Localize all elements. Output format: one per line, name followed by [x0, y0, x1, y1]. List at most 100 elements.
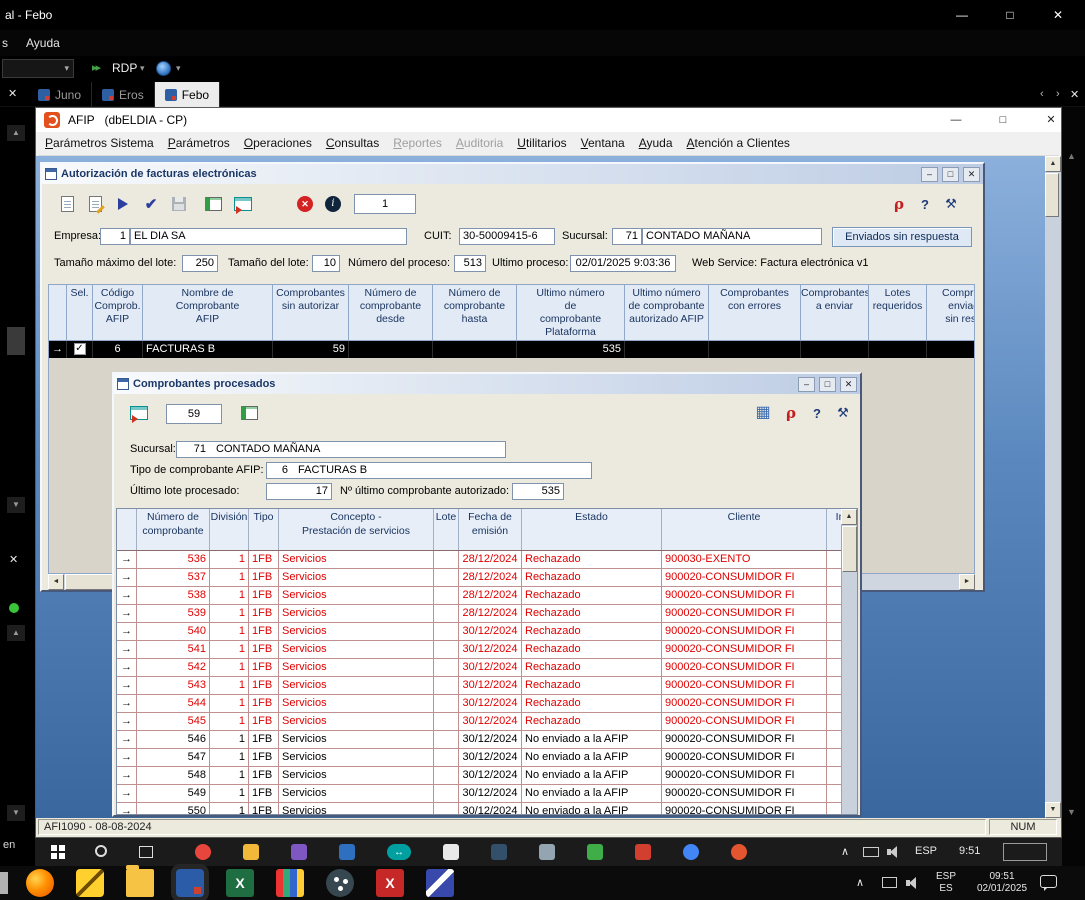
language-indicator[interactable]: ESP ES	[932, 871, 960, 895]
tab-scroll-left-icon[interactable]: ‹	[1040, 88, 1044, 100]
help-button[interactable]: ?	[914, 191, 936, 217]
comprobante-row[interactable]: →55011FBServicios30/12/2024No enviado a …	[117, 803, 843, 815]
speaker-icon[interactable]	[906, 877, 920, 889]
side-scroll-up2-icon[interactable]: ▲	[7, 625, 25, 641]
tipo-field[interactable]: 6FACTURAS B	[266, 462, 592, 479]
sucursal-name-field[interactable]: CONTADO MAÑANA	[642, 228, 822, 245]
start-button[interactable]	[51, 845, 65, 859]
afip-minimize-button[interactable]: —	[941, 108, 971, 132]
chart-icon[interactable]	[276, 869, 304, 897]
afip-menu-operaciones[interactable]: Operaciones	[237, 132, 319, 156]
external-tools-icon[interactable]	[156, 61, 171, 76]
cuit-field[interactable]: 30-50009415-6	[459, 228, 555, 245]
comprobante-row[interactable]: →54311FBServicios30/12/2024Rechazado9000…	[117, 677, 843, 695]
ledger-button[interactable]	[200, 191, 226, 217]
clock[interactable]: 09:51 02/01/2025	[966, 871, 1038, 895]
cancel-button[interactable]: ✕	[292, 191, 318, 217]
autorizacion-grid-selected-row[interactable]: →✓6FACTURAS B59535	[49, 341, 974, 358]
afip-menu-consultas[interactable]: Consultas	[319, 132, 386, 156]
afip-menu-par-metros-sistema[interactable]: Parámetros Sistema	[38, 132, 161, 156]
tab-close-icon[interactable]: ✕	[8, 87, 17, 100]
comprobante-row[interactable]: →54611FBServicios30/12/2024No enviado a …	[117, 731, 843, 749]
afip-menu-atenci-n-a-clientes[interactable]: Atención a Clientes	[680, 132, 797, 156]
host-toolbar-combo[interactable]: ▾	[2, 59, 74, 78]
host-menu-ayuda[interactable]: Ayuda	[26, 36, 60, 50]
empresa-num-field[interactable]: 1	[100, 228, 130, 245]
comprobante-row[interactable]: →54111FBServicios30/12/2024Rechazado9000…	[117, 641, 843, 659]
obs-icon[interactable]	[326, 869, 354, 897]
process-counter-field[interactable]: 1	[354, 194, 416, 214]
spreadsheet-icon[interactable]	[376, 869, 404, 897]
num-proceso-field[interactable]: 513	[454, 255, 486, 272]
app-dark-icon[interactable]	[491, 844, 507, 860]
tab-scroll-right-icon[interactable]: ›	[1056, 88, 1060, 100]
comprobantes-vscrollbar[interactable]: ▲	[841, 509, 857, 814]
preview-button[interactable]: ρ	[888, 191, 910, 217]
run-button[interactable]	[110, 191, 136, 217]
comprobantes-close-icon[interactable]: ✕	[840, 377, 857, 392]
external-tools-dropdown-icon[interactable]: ▾	[176, 63, 181, 74]
row-checkbox[interactable]: ✓	[74, 343, 86, 355]
app-gray-icon[interactable]	[539, 844, 555, 860]
comprobante-row[interactable]: →53911FBServicios28/12/2024Rechazado9000…	[117, 605, 843, 623]
app-orange-icon[interactable]	[731, 844, 747, 860]
folder-icon[interactable]	[243, 844, 259, 860]
comprobante-row[interactable]: →54811FBServicios30/12/2024No enviado a …	[117, 767, 843, 785]
mdi-scroll-up-icon[interactable]: ▲	[1045, 156, 1061, 172]
edit-record-button[interactable]	[82, 191, 108, 217]
ultimo-proceso-field[interactable]: 02/01/2025 9:03:36	[570, 255, 676, 272]
afip-menu-auditoria[interactable]: Auditoria	[449, 132, 510, 156]
vscroll-thumb[interactable]	[842, 526, 857, 572]
info-button[interactable]: i	[320, 191, 346, 217]
rdp-dropdown-icon[interactable]: ▾	[140, 63, 145, 74]
tabstrip-close-icon[interactable]: ✕	[1070, 88, 1079, 101]
comprobante-row[interactable]: →54911FBServicios30/12/2024No enviado a …	[117, 785, 843, 803]
comprobante-row[interactable]: →54211FBServicios30/12/2024Rechazado9000…	[117, 659, 843, 677]
host-scroll-down-icon[interactable]: ▼	[1067, 807, 1076, 817]
design-tool-icon[interactable]	[76, 869, 104, 897]
mdi-scroll-thumb[interactable]	[1045, 173, 1059, 217]
app-red-icon[interactable]	[635, 844, 651, 860]
autorizacion-close-icon[interactable]: ✕	[963, 167, 980, 182]
grid-view-button[interactable]: ▦	[752, 400, 774, 426]
pen-icon[interactable]	[426, 869, 454, 897]
tab-juno[interactable]: Juno	[28, 82, 92, 107]
mremoteng-icon[interactable]	[176, 869, 204, 897]
afip-maximize-button[interactable]: □	[988, 108, 1018, 132]
hscroll-left-icon[interactable]: ◄	[48, 574, 64, 590]
tab-eros[interactable]: Eros	[92, 82, 155, 107]
lote-field[interactable]: 17	[266, 483, 332, 500]
host-menu-partial[interactable]: s	[2, 36, 8, 50]
afip-menu-ventana[interactable]: Ventana	[574, 132, 632, 156]
tab-febo[interactable]: Febo	[155, 82, 220, 107]
sucursal-field[interactable]: 71CONTADO MAÑANA	[176, 441, 506, 458]
side-close-icon[interactable]: ✕	[9, 553, 18, 566]
side-scroll-down-icon[interactable]: ▼	[7, 497, 25, 513]
host-vertical-scrollbar[interactable]: ▲ ▼	[1062, 107, 1085, 866]
help-button[interactable]: ?	[806, 400, 828, 426]
host-titlebar[interactable]: al - Febo — □ ✕	[0, 0, 1085, 30]
remote-language-indicator[interactable]: ESP	[915, 845, 937, 857]
host-minimize-button[interactable]: —	[944, 3, 980, 27]
show-desktop-button[interactable]	[1003, 843, 1047, 861]
comprobante-row[interactable]: →53611FBServicios28/12/2024Rechazado9000…	[117, 551, 843, 569]
afip-menu-ayuda[interactable]: Ayuda	[632, 132, 680, 156]
afip-titlebar[interactable]: AFIP (dbELDIA - CP) — □ ✕	[36, 108, 1061, 132]
comprobantes-maximize-icon[interactable]: □	[819, 377, 836, 392]
confirm-button[interactable]: ✔	[138, 191, 164, 217]
resize-icon[interactable]	[387, 844, 411, 860]
afip-menu-reportes[interactable]: Reportes	[386, 132, 449, 156]
tools-button[interactable]: ⚒	[940, 191, 962, 217]
records-counter-field[interactable]: 59	[166, 404, 222, 424]
enviados-sin-respuesta-button[interactable]: Enviados sin respuesta	[832, 227, 972, 247]
side-scroll-down2-icon[interactable]: ▼	[7, 805, 25, 821]
speaker-icon[interactable]	[887, 846, 901, 858]
folder-icon[interactable]	[126, 869, 154, 897]
notes-icon[interactable]	[587, 844, 603, 860]
mdi-scroll-down-icon[interactable]: ▼	[1045, 802, 1061, 818]
network-icon[interactable]	[882, 877, 897, 888]
ledger-button[interactable]	[236, 400, 262, 426]
rdp-button[interactable]: RDP	[112, 61, 137, 75]
side-scroll-up-icon[interactable]: ▲	[7, 125, 25, 141]
vscroll-up-icon[interactable]: ▲	[841, 509, 857, 525]
